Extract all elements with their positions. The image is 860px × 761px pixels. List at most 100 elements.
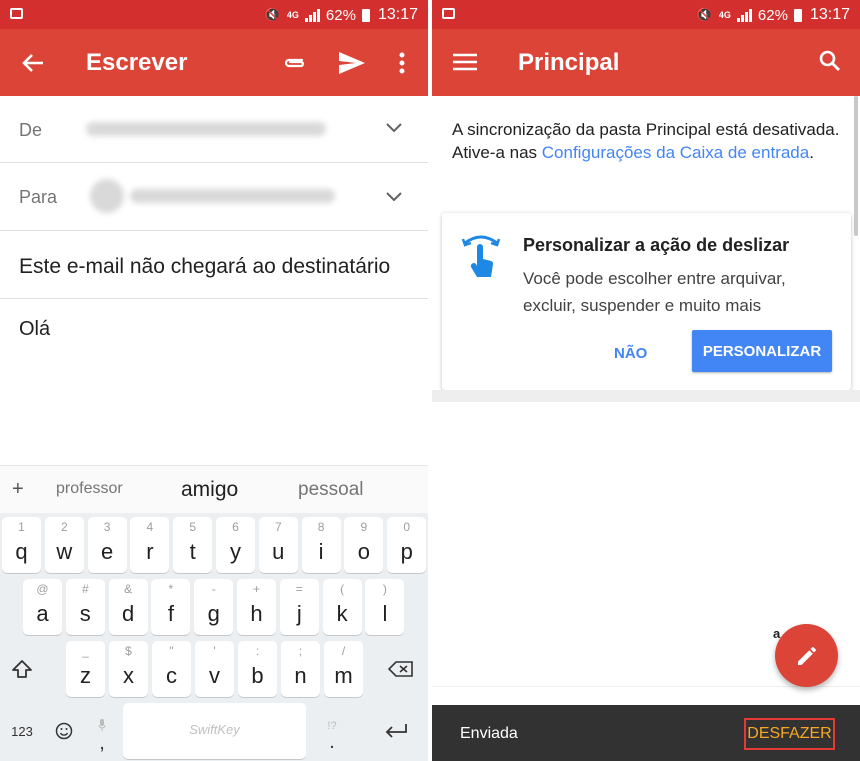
key-q[interactable]: 1q <box>2 517 41 573</box>
signal-icon <box>736 8 752 22</box>
key-hint: ) <box>382 582 387 596</box>
signal-icon <box>304 8 320 22</box>
key-hint: ( <box>340 582 345 596</box>
key-p[interactable]: 0p <box>387 517 427 573</box>
key-o[interactable]: 9o <box>344 517 384 573</box>
network-type: 4G <box>718 10 731 20</box>
suggestion-center[interactable]: amigo <box>181 478 238 502</box>
key-a[interactable]: @ a <box>23 579 62 635</box>
key-hint: = <box>295 582 303 596</box>
inbox-settings-link[interactable]: Configurações da Caixa de entrada <box>542 143 809 162</box>
key-l[interactable]: ) l <box>365 579 405 635</box>
recipient-address-redacted <box>130 189 335 203</box>
chevron-down-icon[interactable] <box>386 120 402 138</box>
key-x[interactable]: $ x <box>109 641 148 697</box>
more-options-icon[interactable] <box>392 49 412 77</box>
search-icon[interactable] <box>817 48 843 74</box>
status-bar: 🔇 4G 62% 13:17 <box>0 0 428 29</box>
from-label: De <box>19 120 43 140</box>
key-hint: & <box>124 582 133 596</box>
numbers-key[interactable]: 123 <box>4 711 40 751</box>
key-label: g <box>207 601 220 626</box>
key-hint: 0 <box>403 520 411 534</box>
back-arrow-icon[interactable] <box>18 49 48 77</box>
menu-icon[interactable] <box>452 49 478 75</box>
key-label: q <box>15 539 28 564</box>
compose-toolbar: Escrever <box>0 29 428 96</box>
key-label: n <box>294 663 307 688</box>
key-v[interactable]: ' v <box>195 641 234 697</box>
key-hint: * <box>168 582 174 596</box>
send-icon[interactable] <box>336 48 368 78</box>
backspace-key[interactable] <box>380 641 422 697</box>
key-hint: - <box>211 582 216 596</box>
gallery-notification-icon <box>10 8 23 19</box>
network-type: 4G <box>286 10 299 20</box>
emoji-icon[interactable] <box>46 711 82 751</box>
key-hint: 2 <box>60 520 68 534</box>
from-address-redacted <box>86 122 326 136</box>
key-hint: " <box>169 644 174 658</box>
suggestion-add-button[interactable]: + <box>12 478 24 501</box>
key-d[interactable]: & d <box>108 579 148 635</box>
card-description: Você pode escolher entre arquivar, exclu… <box>523 269 786 315</box>
key-j[interactable]: = j <box>279 579 319 635</box>
key-label: o <box>357 539 371 564</box>
compose-title: Escrever <box>86 49 188 76</box>
swiftkey-logo: SwiftKey <box>189 722 240 737</box>
space-key[interactable]: SwiftKey <box>123 703 306 759</box>
key-hint: 5 <box>189 520 197 534</box>
key-k[interactable]: (k <box>322 579 362 635</box>
enter-key[interactable] <box>374 711 418 751</box>
key-s[interactable]: # s <box>65 579 105 635</box>
suggestion-bar: + professor amigo pessoal <box>0 465 428 513</box>
key-hint: 4 <box>146 520 154 534</box>
key-label: l <box>382 601 388 626</box>
key-r[interactable]: 4r <box>130 517 170 573</box>
keyboard: 1q2w3e4r5t6y7u8i9o0p @ a # s & d * f - g + h = j(k) l … <box>0 513 428 761</box>
key-b[interactable]: :b <box>238 641 277 697</box>
attachment-icon[interactable] <box>280 49 310 77</box>
key-w[interactable]: 2w <box>44 517 84 573</box>
key-t[interactable]: 5t <box>173 517 213 573</box>
to-row[interactable]: Para <box>0 163 428 231</box>
decline-button[interactable]: NÃO <box>602 341 659 366</box>
subject-field[interactable]: Este e-mail não chegará ao destinatário <box>19 255 390 279</box>
key-hint: # <box>81 582 89 596</box>
mute-icon: 🔇 <box>264 7 281 22</box>
compose-screen: 🔇 4G 62% 13:17 Escrever De Para Este e-m… <box>0 0 428 761</box>
snackbar-message: Enviada <box>460 725 518 742</box>
key-z[interactable]: _ z <box>66 641 105 697</box>
suggestion-left[interactable]: professor <box>56 480 123 498</box>
key-label: j <box>296 601 302 626</box>
key-h[interactable]: + h <box>237 579 276 635</box>
key-hint: 3 <box>103 520 111 534</box>
key-n[interactable]: ; n <box>281 641 320 697</box>
key-label: d <box>121 601 135 626</box>
key-label: i <box>318 539 324 564</box>
personalize-button[interactable]: PERSONALIZAR <box>692 330 832 372</box>
from-row[interactable]: De <box>0 96 428 163</box>
key-u[interactable]: 7u <box>258 517 298 573</box>
body-field[interactable]: Olá <box>19 318 50 341</box>
scrollbar[interactable] <box>854 96 858 236</box>
snackbar: Enviada DESFAZER <box>432 705 860 761</box>
compose-fab[interactable] <box>775 624 838 687</box>
chevron-down-icon[interactable] <box>386 189 402 207</box>
key-i[interactable]: 8i <box>301 517 341 573</box>
suggestion-right[interactable]: pessoal <box>298 479 364 501</box>
battery-percent: 62% <box>325 6 356 24</box>
key-y[interactable]: 6y <box>216 517 255 573</box>
key-label: z <box>80 663 91 688</box>
undo-button[interactable]: DESFAZER <box>744 718 835 750</box>
key-label: k <box>336 601 348 626</box>
key-f[interactable]: * f <box>151 579 191 635</box>
key-e[interactable]: 3e <box>87 517 127 573</box>
key-g[interactable]: -g <box>194 579 234 635</box>
key-c[interactable]: " c <box>152 641 191 697</box>
comma-key[interactable]: , <box>88 708 116 761</box>
period-key[interactable]: !? . <box>318 708 346 761</box>
key-m[interactable]: / m <box>324 641 363 697</box>
pencil-icon <box>797 646 816 665</box>
shift-key[interactable] <box>2 641 41 697</box>
